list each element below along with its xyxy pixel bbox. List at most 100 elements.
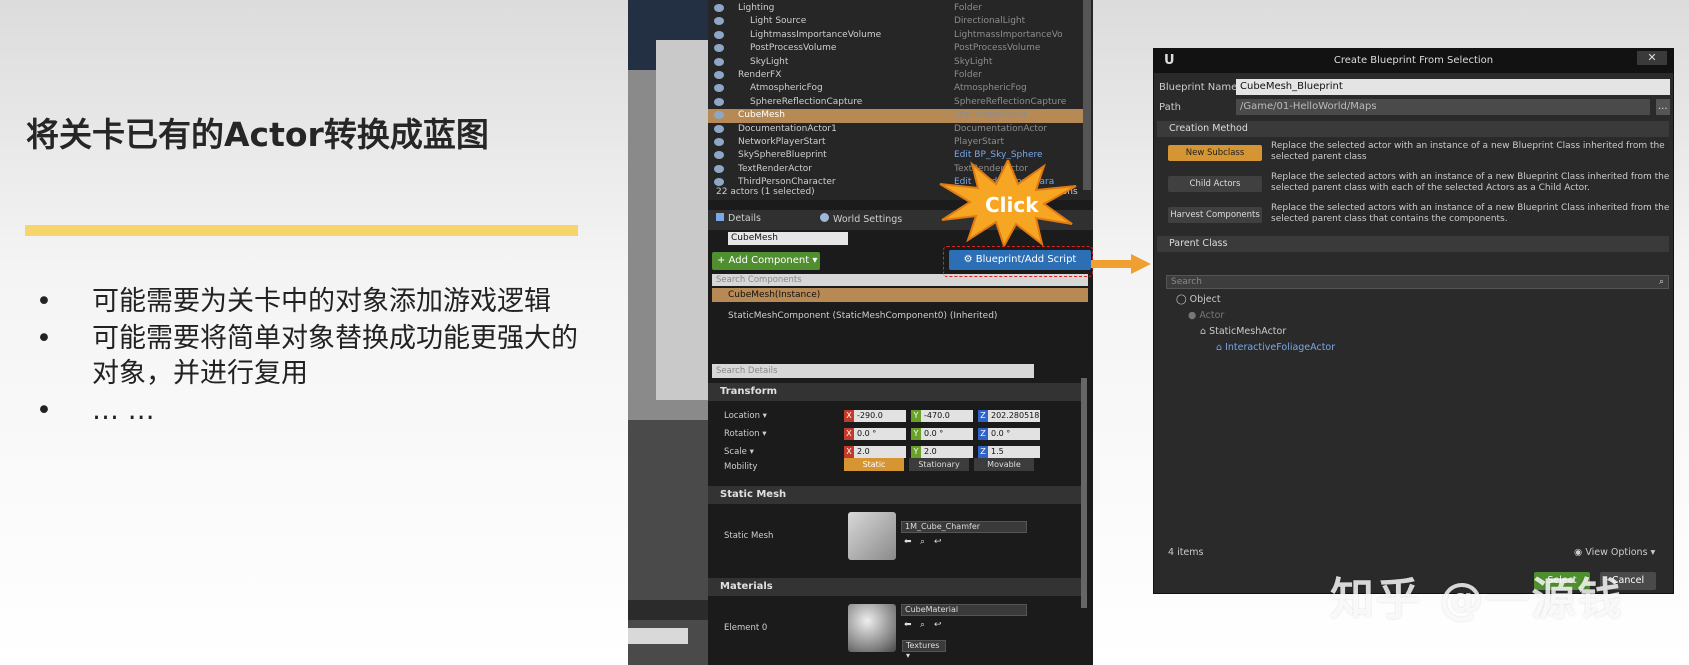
eye-icon[interactable] [714, 151, 724, 160]
static-mesh-component[interactable]: StaticMeshComponent (StaticMeshComponent… [728, 311, 997, 321]
actor-name: PostProcessVolume [750, 43, 837, 54]
tab-world-settings[interactable]: World Settings [820, 213, 902, 225]
material-thumbnail[interactable] [848, 604, 896, 652]
eye-icon[interactable] [714, 111, 724, 120]
eye-icon[interactable] [714, 44, 724, 53]
eye-icon[interactable] [714, 97, 724, 106]
actor-name: Light Source [750, 16, 807, 27]
eye-icon[interactable] [714, 138, 724, 146]
path-input[interactable]: /Game/01-HelloWorld/Maps [1236, 99, 1650, 115]
rotation-x-field[interactable]: 0.0 ° [854, 428, 906, 440]
scale-y-field[interactable]: 2.0 [921, 446, 973, 458]
parent-class-header[interactable]: Parent Class [1157, 236, 1669, 252]
bullet-text: 可能需要将简单对象替换成功能更强大的对象，并进行复用 [92, 323, 578, 389]
outliner-row[interactable]: NetworkPlayerStart PlayerStart [708, 136, 1083, 150]
details-scrollbar[interactable] [1081, 378, 1087, 608]
actor-name: SphereReflectionCapture [750, 96, 863, 107]
static-mesh-header[interactable]: Static Mesh [708, 486, 1083, 504]
viewport-search[interactable] [628, 628, 688, 644]
location-y-field[interactable]: -470.0 [921, 410, 973, 422]
search-details-input[interactable]: Search Details [712, 364, 1034, 378]
outliner-scrollbar[interactable] [1083, 0, 1091, 190]
search-icon[interactable]: ⌕ [920, 537, 925, 547]
outliner-row[interactable]: SkyLight SkyLight [708, 56, 1083, 70]
slide-title: 将关卡已有的Actor转换成蓝图 [26, 115, 489, 154]
element-0-label: Element 0 [724, 623, 768, 633]
add-component-button[interactable]: + Add Component ▾ [712, 252, 820, 270]
actor-name-field[interactable]: CubeMesh [728, 232, 848, 245]
method-button[interactable]: Child Actors [1168, 176, 1262, 192]
outliner-row[interactable]: CubeMesh StaticMeshActor [708, 109, 1083, 124]
bullet-dot: • [36, 395, 52, 426]
eye-icon[interactable] [714, 178, 724, 187]
outliner-row[interactable]: SphereReflectionCapture SphereReflectionC… [708, 96, 1083, 110]
actor-type: LightmassImportanceVo [954, 29, 1063, 40]
mobility-static[interactable]: Static [844, 458, 904, 471]
eye-icon[interactable] [714, 124, 724, 133]
arrow-left-icon[interactable]: ⬅ [904, 620, 912, 630]
tab-details[interactable]: Details [716, 213, 761, 224]
axis-z-label: Z [978, 410, 988, 422]
actor-name: TextRenderActor [738, 163, 812, 174]
blueprint-name-input[interactable]: CubeMesh_Blueprint [1236, 79, 1670, 95]
outliner-row[interactable]: LightmassImportanceVolume LightmassImport… [708, 29, 1083, 43]
outliner-row[interactable]: DocumentationActor1 DocumentationActor [708, 123, 1083, 137]
outliner-row[interactable]: RenderFX Folder [708, 69, 1083, 83]
static-mesh-dropdown[interactable]: 1M_Cube_Chamfer [901, 521, 1027, 533]
transform-header[interactable]: Transform [708, 383, 1083, 401]
axis-z-label: Z [978, 446, 988, 458]
materials-header[interactable]: Materials [708, 578, 1083, 596]
reset-icon[interactable]: ↩ [934, 620, 942, 630]
outliner-row[interactable]: Light Source DirectionalLight [708, 15, 1083, 29]
tree-item-object[interactable]: ◯ Object [1176, 294, 1221, 305]
method-button[interactable]: New Subclass [1168, 145, 1262, 161]
tree-item-interactivefoliageactor[interactable]: ⌂ InteractiveFoliageActor [1216, 342, 1335, 353]
method-button[interactable]: Harvest Components [1168, 207, 1262, 223]
viewport[interactable] [628, 0, 708, 665]
mobility-stationary[interactable]: Stationary [909, 458, 969, 471]
eye-icon[interactable] [714, 30, 724, 39]
eye-icon[interactable] [714, 71, 724, 79]
outliner-row[interactable]: AtmosphericFog AtmosphericFog [708, 82, 1083, 96]
dialog-title: Create Blueprint From Selection [1154, 49, 1673, 73]
browse-button[interactable]: ... [1656, 99, 1670, 115]
actor-count: 22 actors (1 selected) [716, 187, 815, 197]
rotation-z-field[interactable]: 0.0 ° [988, 428, 1040, 440]
bullet-text: 可能需要为关卡中的对象添加游戏逻辑 [92, 286, 551, 317]
outliner-row[interactable]: Lighting Folder [708, 2, 1083, 16]
component-instance[interactable]: CubeMesh(Instance) [712, 288, 1088, 302]
actor-type[interactable]: Edit BP_Sky_Sphere [954, 150, 1043, 160]
tree-item-staticmeshactor[interactable]: ⌂ StaticMeshActor [1200, 326, 1286, 337]
location-z-field[interactable]: 202.280518 [988, 410, 1040, 422]
bullet-text: … … [92, 395, 155, 426]
reset-icon[interactable]: ↩ [934, 537, 942, 547]
axis-y-label: Y [911, 428, 921, 440]
mobility-movable[interactable]: Movable [974, 458, 1034, 471]
textures-dropdown[interactable]: Textures ▾ [902, 640, 946, 660]
parent-class-search[interactable]: Search ⌕ [1166, 275, 1669, 289]
viewport-bar [628, 600, 708, 620]
eye-icon[interactable] [714, 17, 724, 26]
actor-type: SphereReflectionCapture [954, 96, 1067, 107]
arrow-left-icon[interactable]: ⬅ [904, 537, 912, 547]
rotation-y-field[interactable]: 0.0 ° [921, 428, 973, 440]
scale-z-field[interactable]: 1.5 [988, 446, 1040, 458]
blueprint-add-script-button[interactable]: ⚙ Blueprint/Add Script [949, 250, 1091, 270]
creation-method-header[interactable]: Creation Method [1157, 121, 1669, 137]
actor-type: SkyLight [954, 56, 993, 67]
mesh-thumbnail[interactable] [848, 512, 896, 560]
actor-type: Folder [954, 3, 982, 13]
eye-icon[interactable] [714, 84, 724, 93]
outliner-row[interactable]: PostProcessVolume PostProcessVolume [708, 42, 1083, 56]
eye-icon[interactable] [714, 4, 724, 12]
close-button[interactable]: ✕ [1637, 51, 1667, 65]
tree-item-actor[interactable]: ● Actor [1188, 310, 1224, 321]
location-x-field[interactable]: -290.0 [854, 410, 906, 422]
view-options-button[interactable]: ◉ View Options ▾ [1574, 547, 1655, 558]
arrow-right-icon [1091, 254, 1151, 274]
search-icon[interactable]: ⌕ [920, 620, 925, 630]
material-dropdown[interactable]: CubeMaterial [901, 604, 1027, 616]
eye-icon[interactable] [714, 164, 724, 173]
eye-icon[interactable] [714, 57, 724, 66]
scale-x-field[interactable]: 2.0 [854, 446, 906, 458]
